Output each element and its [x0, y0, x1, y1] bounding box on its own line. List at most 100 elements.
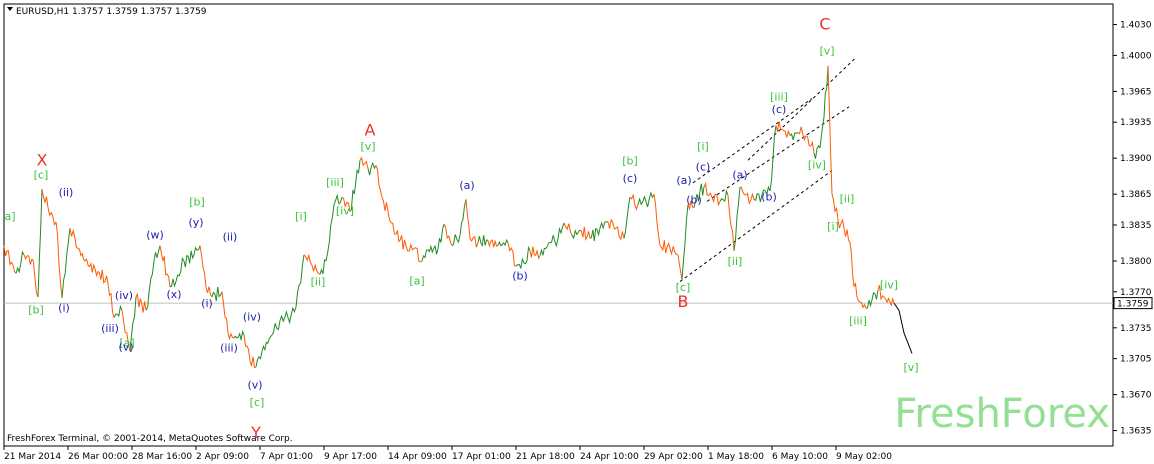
price-segment — [497, 238, 509, 247]
y-tick-label: 1.3865 — [1120, 190, 1152, 200]
price-segment — [3, 245, 17, 274]
wave-label: [ii] — [728, 255, 743, 268]
price-segment — [249, 356, 257, 369]
wave-label: (b) — [512, 269, 528, 282]
x-tick-label: 2 Apr 09:00 — [196, 452, 249, 462]
price-segment — [387, 211, 397, 235]
price-segment — [451, 234, 461, 246]
x-tick-label: 9 May 02:00 — [836, 452, 892, 462]
price-segment — [113, 304, 123, 318]
price-segment — [413, 247, 423, 263]
chart-container: FreshForex EURUSD,H1 1.3757 1.3759 1.375… — [0, 0, 1154, 464]
price-segment — [175, 256, 185, 282]
price-segment — [529, 246, 541, 260]
x-tick-label: 21 Apr 18:00 — [516, 452, 575, 462]
price-segment — [37, 188, 43, 298]
price-segment — [23, 254, 33, 265]
price-segment — [711, 193, 721, 207]
price-segment — [507, 242, 517, 267]
wave-label: (v) — [247, 378, 262, 391]
price-segment — [405, 242, 415, 252]
price-segment — [255, 351, 263, 368]
price-segment — [571, 228, 581, 240]
price-segment — [427, 244, 439, 255]
y-tick-label: 1.3935 — [1120, 118, 1152, 128]
price-segment — [681, 204, 689, 280]
symbol-header: EURUSD,H1 1.3757 1.3759 1.3757 1.3759 — [16, 7, 207, 17]
wave-label: (b) — [761, 190, 777, 203]
price-segment — [579, 226, 591, 242]
price-segment — [221, 291, 229, 333]
x-tick-label: 1 May 18:00 — [708, 452, 764, 462]
wave-label: (v) — [118, 340, 133, 353]
price-segment — [719, 189, 729, 203]
price-segment — [233, 329, 245, 341]
price-segment — [871, 289, 879, 301]
x-tick-label: 6 May 10:00 — [772, 452, 828, 462]
wave-label: (i) — [201, 297, 213, 310]
y-tick-label: 1.3900 — [1120, 154, 1152, 164]
wave-label: (b) — [686, 193, 702, 206]
wave-label: (ii) — [223, 230, 238, 243]
price-segment — [805, 135, 815, 154]
wave-label: (iv) — [115, 289, 133, 302]
price-segment — [77, 248, 89, 266]
wave-label: (a) — [459, 179, 474, 192]
x-tick-label: 29 Apr 02:00 — [644, 452, 703, 462]
price-segment — [733, 186, 741, 251]
price-segment — [781, 128, 791, 138]
chevron-down-icon[interactable] — [7, 7, 13, 11]
price-segment — [843, 228, 851, 243]
price-segment — [437, 223, 445, 249]
price-segment — [375, 165, 383, 198]
price-segment — [55, 221, 63, 299]
wave-label: [ii] — [311, 276, 326, 289]
price-segment — [287, 306, 297, 325]
price-segment — [515, 257, 525, 270]
price-segment — [303, 253, 313, 266]
price-segment — [853, 281, 861, 303]
price-segment — [193, 245, 201, 255]
copyright-footer: FreshForex Terminal, © 2001-2014, MetaQu… — [7, 434, 293, 444]
wave-label: [v] — [819, 44, 834, 57]
price-segment — [295, 254, 305, 308]
price-segment — [443, 223, 453, 246]
price-segment — [849, 242, 855, 287]
channel-line — [747, 58, 856, 161]
wave-label: (c) — [696, 161, 711, 174]
wave-label: C — [819, 15, 830, 34]
price-segment — [645, 191, 655, 208]
wave-label: [c] — [34, 169, 49, 182]
wave-label: (x) — [166, 288, 181, 301]
price-segment — [563, 222, 573, 236]
price-segment — [41, 188, 49, 208]
price-segment — [653, 194, 661, 246]
price-segment — [271, 320, 281, 336]
price-segment — [623, 197, 631, 239]
price-segment — [87, 261, 99, 278]
wave-label: [iv] — [880, 279, 898, 292]
wave-label: (c) — [772, 103, 787, 116]
price-segment — [637, 195, 647, 206]
price-segment — [523, 245, 531, 265]
price-segment — [889, 297, 895, 307]
price-segment — [477, 235, 489, 248]
price-segment — [47, 207, 57, 226]
wave-label: B — [678, 292, 689, 311]
price-segment — [311, 263, 321, 275]
price-segment — [539, 242, 551, 256]
wave-label: [i] — [295, 210, 307, 223]
price-segment — [827, 65, 833, 195]
price-segment — [837, 218, 845, 229]
wave-label: [c] — [250, 396, 265, 409]
price-segment — [261, 334, 273, 352]
wave-label: [b] — [28, 303, 44, 316]
price-segment — [549, 235, 559, 248]
y-tick-label: 1.3705 — [1120, 355, 1152, 365]
y-tick-label: 1.3670 — [1120, 391, 1152, 401]
wave-label: X — [37, 150, 48, 169]
wave-label: (a) — [676, 174, 691, 187]
price-segment — [169, 278, 177, 288]
price-segment — [831, 194, 839, 220]
x-tick-label: 7 Apr 01:00 — [260, 452, 313, 462]
